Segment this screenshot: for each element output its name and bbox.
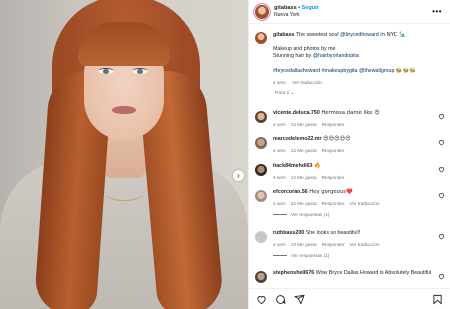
commenter-avatar[interactable] [255, 111, 267, 123]
comment-likes[interactable]: 22 Me gusta [291, 201, 317, 206]
comment-text: 😍😍😍😍😍 [323, 136, 351, 142]
comment-username[interactable]: marcodelemo22.mr [273, 136, 322, 142]
comment-username[interactable]: hack84mehdi63 [273, 163, 312, 169]
header-separator: • [298, 4, 301, 11]
comment-username[interactable]: efcorcoran.56 [273, 189, 308, 195]
chevron-right-icon: › [237, 171, 240, 180]
comment-time: 4 sem [273, 175, 286, 180]
comment-reply-button[interactable]: Responder [322, 122, 345, 127]
comments-scroll-area[interactable]: gitabass The sweetest soul @brycedhoward… [249, 25, 450, 287]
photo-lips [112, 106, 136, 114]
caption-line-makeup: Makeup and photos by me [273, 46, 336, 53]
next-image-button[interactable]: › [233, 170, 244, 181]
caption-mention-link[interactable]: @brycedhoward [340, 32, 379, 38]
comment-reply-button[interactable]: Responder [322, 201, 345, 206]
caption-location-text: in NYC 🗽 [380, 32, 406, 38]
author-username[interactable]: gitabass [274, 5, 297, 11]
more-options-icon[interactable]: ••• [432, 7, 442, 16]
commenter-avatar[interactable] [255, 231, 267, 243]
comment-likes[interactable]: 13 Me gusta [291, 242, 317, 247]
caption-hashtags[interactable]: #brycedallashoward #makeupbygita @thewal… [273, 68, 394, 74]
comment-reply-button[interactable]: Responder [322, 148, 345, 153]
share-icon [293, 294, 305, 304]
comment-username[interactable]: stephenshell676 [273, 270, 314, 276]
caption-time: 4 sem [273, 79, 286, 85]
comment-translate-link[interactable]: Ver traducción [350, 201, 380, 206]
photo-eye-left [98, 68, 114, 74]
comment-text: 🔥 [313, 163, 321, 169]
heart-icon[interactable] [438, 139, 445, 146]
comment-time: 4 sem [273, 201, 286, 206]
heart-icon[interactable] [438, 166, 445, 173]
caption-avatar[interactable] [255, 32, 267, 44]
heart-icon [256, 295, 266, 304]
comment-username[interactable]: vicente.deluca.750 [273, 110, 320, 116]
photo-bangs [78, 22, 170, 66]
view-replies-button[interactable]: Ver respuestas (1) [291, 212, 329, 217]
caption-hair-mention-link[interactable]: @hairbyorlandopita [313, 53, 359, 59]
comment-item: hack84mehdi63 🔥 4 sem 12 Me gusta Responde… [249, 163, 450, 181]
comment-reply-button[interactable]: Responder [322, 242, 345, 247]
post-header: gitabass • Seguir Nueva York ••• [249, 0, 450, 24]
comment-likes[interactable]: 12 Me gusta [291, 148, 317, 153]
bookmark-icon [432, 294, 442, 304]
heart-icon[interactable] [438, 273, 445, 280]
comment-username[interactable]: ruthbass200 [273, 230, 304, 236]
comment-sort-dropdown[interactable]: Para ti ⌄ [275, 91, 294, 96]
caption-translate-link[interactable]: Ver traducción [292, 80, 322, 85]
heart-icon[interactable] [438, 113, 445, 120]
comment-text: She looks so beautiful!! [305, 230, 361, 236]
commenter-avatar[interactable] [255, 164, 267, 176]
replies-divider [273, 214, 287, 216]
comment-item: vicente.deluca.750 Hermosa dame like 😍 4… [249, 110, 450, 128]
post-side-panel: gitabass • Seguir Nueva York ••• gitabas… [248, 0, 450, 309]
caption-hair-text: Stunning hair by [273, 53, 312, 60]
caption-username[interactable]: gitabass [273, 32, 295, 38]
heart-icon[interactable] [438, 233, 445, 240]
comment-translate-link[interactable]: Ver traducción [350, 242, 380, 247]
commenter-avatar[interactable] [255, 190, 267, 202]
comment-text: Hey gorgeous❤️ [309, 189, 353, 195]
post-caption: gitabass The sweetest soul @brycedhoward… [249, 25, 450, 86]
view-replies-button[interactable]: Ver respuestas (1) [291, 253, 329, 258]
comment-time: 4 sem [273, 148, 286, 153]
share-button[interactable] [293, 293, 305, 305]
replies-divider [273, 255, 287, 257]
comment-item: efcorcoran.56 Hey gorgeous❤️ 4 sem 22 Me … [249, 189, 450, 218]
comment-text: Wow Bryce Dallas Howard is Absolutely Be… [315, 270, 432, 276]
photo-necklace [104, 183, 144, 201]
commenter-avatar[interactable] [255, 271, 267, 283]
comment-time: 4 sem [273, 242, 286, 247]
comment-item: stephenshell676 Wow Bryce Dallas Howard … [249, 270, 450, 283]
like-button[interactable] [255, 293, 267, 305]
caption-intro: The sweetest soul [295, 32, 339, 38]
photo-eye-right [132, 68, 148, 74]
comment-likes[interactable]: 12 Me gusta [291, 175, 317, 180]
commenter-avatar[interactable] [255, 137, 267, 149]
save-button[interactable] [431, 293, 443, 305]
comment-icon [275, 294, 285, 304]
caption-bee-emojis: 🐝🐝🐝 [395, 67, 416, 74]
comment-time: 4 sem [273, 122, 286, 127]
comment-text: Hermosa dame like 😍 [321, 110, 380, 116]
comment-reply-button[interactable]: Responder [322, 175, 345, 180]
post-location[interactable]: Nueva York [274, 12, 319, 19]
heart-icon[interactable] [438, 192, 445, 199]
comment-item: ruthbass200 She looks so beautiful!! 4 s… [249, 230, 450, 259]
comment-button[interactable] [274, 293, 286, 305]
post-photo[interactable]: › [0, 0, 248, 309]
comment-item: marcodelemo22.mr 😍😍😍😍😍 4 sem 12 Me gusta R… [249, 136, 450, 154]
follow-button[interactable]: Seguir [302, 5, 319, 11]
comment-likes[interactable]: 14 Me gusta [291, 122, 317, 127]
author-avatar[interactable] [255, 4, 269, 19]
post-actions-bar [249, 288, 450, 309]
